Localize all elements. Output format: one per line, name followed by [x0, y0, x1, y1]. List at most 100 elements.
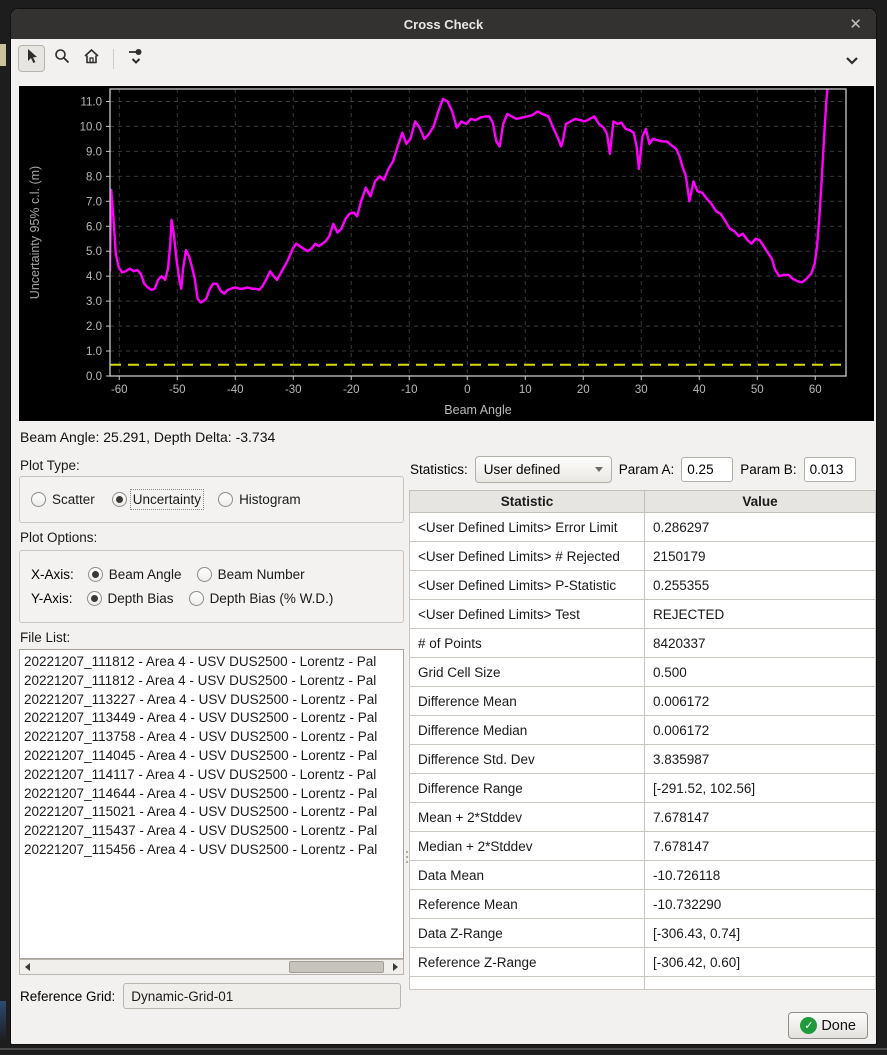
table-row[interactable]: Reference Mean-10.732290	[410, 890, 876, 919]
scrollbar-track[interactable]	[35, 960, 388, 974]
reference-grid-field[interactable]	[123, 983, 401, 1009]
home-view-button[interactable]	[78, 45, 105, 72]
titlebar[interactable]: Cross Check ✕	[11, 9, 876, 39]
radio-circle-icon	[31, 492, 46, 507]
background-divider	[0, 1048, 887, 1050]
statistic-cell: <User Defined Limits> P-Statistic	[410, 571, 645, 600]
file-list-item[interactable]: 20221207_114117 - Area 4 - USV DUS2500 -…	[24, 766, 403, 785]
table-row[interactable]: Reference Z-Range[-306.42, 0.60]	[410, 948, 876, 977]
svg-text:50: 50	[751, 384, 764, 396]
value-cell: -10.732290	[645, 890, 876, 919]
scroll-left-arrow[interactable]	[20, 960, 35, 974]
table-row[interactable]: Median + 2*Stddev7.678147	[410, 832, 876, 861]
statistic-cell: <User Defined Limits> Test	[410, 600, 645, 629]
table-row[interactable]: Difference Median0.006172	[410, 716, 876, 745]
plot-config-icon	[127, 46, 145, 71]
radio-circle-icon	[87, 591, 102, 606]
statistic-cell: Grid Cell Size	[410, 658, 645, 687]
statistics-table: Statistic Value <User Defined Limits> Er…	[409, 490, 876, 990]
file-list-item[interactable]: 20221207_115021 - Area 4 - USV DUS2500 -…	[24, 803, 403, 822]
close-icon[interactable]: ✕	[849, 15, 862, 33]
statistic-cell: Reference Mean	[410, 890, 645, 919]
param-b-field[interactable]	[804, 457, 856, 482]
toolbar-expander-button[interactable]	[845, 52, 859, 70]
zoom-tool-button[interactable]	[48, 45, 75, 72]
svg-text:Beam Angle: Beam Angle	[444, 403, 511, 417]
table-row[interactable]: <User Defined Limits> P-Statistic0.25535…	[410, 571, 876, 600]
pointer-tool-button[interactable]	[18, 45, 45, 72]
param-a-field[interactable]	[681, 457, 733, 482]
radio-label: Depth Bias (% W.D.)	[210, 591, 334, 606]
file-list[interactable]: 20221207_111812 - Area 4 - USV DUS2500 -…	[19, 649, 404, 959]
radio-y-axis-depth-bias-w-d[interactable]: Depth Bias (% W.D.)	[189, 591, 334, 606]
plot-type-group: Scatter Uncertainty Histogram	[19, 476, 404, 523]
done-button[interactable]: ✓ Done	[788, 1012, 868, 1039]
table-row[interactable]: Data Mean-10.726118	[410, 861, 876, 890]
file-list-item[interactable]: 20221207_113758 - Area 4 - USV DUS2500 -…	[24, 728, 403, 747]
table-row[interactable]: Difference Mean0.006172	[410, 687, 876, 716]
table-row[interactable]: Difference Range[-291.52, 102.56]	[410, 774, 876, 803]
table-row[interactable]: Difference Std. Dev3.835987	[410, 745, 876, 774]
table-row[interactable]: Grid Cell Size0.500	[410, 658, 876, 687]
file-list-item[interactable]: 20221207_111812 - Area 4 - USV DUS2500 -…	[24, 672, 403, 691]
file-list-item[interactable]: 20221207_115456 - Area 4 - USV DUS2500 -…	[24, 841, 403, 860]
table-row[interactable]: Data Z-Range[-306.43, 0.74]	[410, 919, 876, 948]
svg-text:11.0: 11.0	[80, 96, 102, 108]
svg-text:5.0: 5.0	[86, 246, 102, 258]
statistic-cell: Data Mean	[410, 861, 645, 890]
plot-config-button[interactable]	[122, 45, 149, 72]
radio-x-axis-beam-number[interactable]: Beam Number	[197, 567, 305, 582]
file-list-item[interactable]: 20221207_115437 - Area 4 - USV DUS2500 -…	[24, 822, 403, 841]
svg-text:-60: -60	[111, 384, 128, 396]
radio-circle-icon	[218, 492, 233, 507]
file-list-item[interactable]: 20221207_113227 - Area 4 - USV DUS2500 -…	[24, 691, 403, 710]
svg-text:-20: -20	[343, 384, 360, 396]
value-cell: [-306.42, 0.60]	[645, 948, 876, 977]
statistics-dropdown[interactable]: User defined	[475, 456, 612, 483]
uncertainty-plot[interactable]: -60-50-40-30-20-1001020304050600.01.02.0…	[19, 86, 874, 421]
radio-plot-type-histogram[interactable]: Histogram	[218, 492, 301, 507]
chevron-down-icon	[845, 52, 859, 69]
value-cell: 7.678147	[645, 832, 876, 861]
right-triangle-icon	[393, 963, 398, 971]
svg-text:0.0: 0.0	[86, 371, 102, 383]
splitter-handle[interactable]	[406, 851, 408, 853]
zoom-icon	[54, 48, 70, 69]
file-list-horizontal-scrollbar[interactable]	[19, 959, 404, 975]
svg-text:7.0: 7.0	[86, 196, 102, 208]
svg-text:3.0: 3.0	[86, 296, 102, 308]
value-cell: 8420337	[645, 629, 876, 658]
table-row[interactable]: <User Defined Limits> # Rejected2150179	[410, 542, 876, 571]
svg-text:-10: -10	[401, 384, 418, 396]
svg-text:-30: -30	[285, 384, 302, 396]
statistic-cell: Difference Median	[410, 716, 645, 745]
file-list-item[interactable]: 20221207_111812 - Area 4 - USV DUS2500 -…	[24, 653, 403, 672]
radio-x-axis-beam-angle[interactable]: Beam Angle	[88, 567, 182, 582]
file-list-item[interactable]: 20221207_114644 - Area 4 - USV DUS2500 -…	[24, 785, 403, 804]
radio-plot-type-uncertainty[interactable]: Uncertainty	[112, 492, 201, 507]
value-cell: 3.835987	[645, 745, 876, 774]
table-row[interactable]: # of Points8420337	[410, 629, 876, 658]
radio-y-axis-depth-bias[interactable]: Depth Bias	[87, 591, 174, 606]
plot-toolbar	[11, 39, 876, 86]
file-list-item[interactable]: 20221207_113449 - Area 4 - USV DUS2500 -…	[24, 709, 403, 728]
radio-plot-type-scatter[interactable]: Scatter	[31, 492, 95, 507]
table-row[interactable]: <User Defined Limits> TestREJECTED	[410, 600, 876, 629]
svg-text:10: 10	[519, 384, 532, 396]
svg-text:9.0: 9.0	[86, 146, 102, 158]
window-title: Cross Check	[404, 17, 483, 32]
radio-circle-icon	[112, 492, 127, 507]
x-axis-label: X-Axis:	[31, 567, 74, 582]
statistic-cell: Mean + 2*Stddev	[410, 803, 645, 832]
table-row[interactable]: Mean + 2*Stddev7.678147	[410, 803, 876, 832]
scrollbar-thumb[interactable]	[289, 961, 384, 973]
svg-text:1.0: 1.0	[86, 346, 102, 358]
table-row[interactable]: <User Defined Limits> Error Limit0.28629…	[410, 513, 876, 542]
statistic-column-header[interactable]: Statistic	[410, 491, 645, 513]
file-list-item[interactable]: 20221207_114045 - Area 4 - USV DUS2500 -…	[24, 747, 403, 766]
value-cell: 2150179	[645, 542, 876, 571]
value-column-header[interactable]: Value	[645, 491, 876, 513]
value-cell: 0.006172	[645, 687, 876, 716]
scroll-right-arrow[interactable]	[388, 960, 403, 974]
statistics-selected-value: User defined	[484, 462, 561, 477]
